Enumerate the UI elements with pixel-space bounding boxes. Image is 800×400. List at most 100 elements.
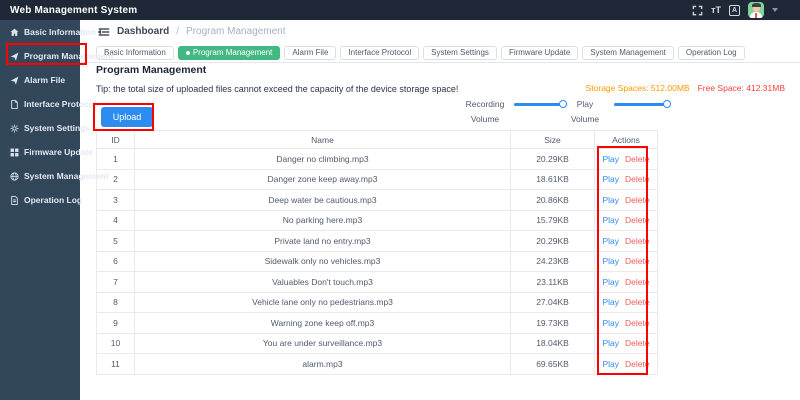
delete-link[interactable]: Delete [625, 195, 650, 205]
tab-operation-log[interactable]: Operation Log [677, 45, 745, 60]
cell-actions: Play Delete [594, 291, 658, 313]
upload-button[interactable]: Upload [101, 107, 153, 127]
play-link[interactable]: Play [602, 215, 619, 225]
tab-label: Firmware Update [508, 48, 571, 57]
cell-size: 24.23KB [510, 250, 595, 272]
cell-id: 5 [96, 230, 135, 252]
sidebar-item-label: Firmware Update [24, 147, 93, 157]
column-header-actions: Actions [594, 130, 658, 149]
storage-info: Storage Spaces: 512.00MB Free Space: 412… [586, 83, 785, 93]
table-row: 10 You are under surveillance.mp3 18.04KB P… [96, 332, 658, 354]
cell-name: Deep water be cautious.mp3 [134, 189, 511, 211]
play-link[interactable]: Play [602, 236, 619, 246]
play-link[interactable]: Play [602, 297, 619, 307]
storage-free: Free Space: 412.31MB [697, 83, 785, 93]
tab-system-management[interactable]: System Management [582, 45, 674, 60]
delete-link[interactable]: Delete [625, 215, 650, 225]
table-row: 9 Warning zone keep off.mp3 19.73KB Play Del… [96, 312, 658, 334]
play-volume-slider[interactable] [614, 99, 671, 108]
tab-system-settings[interactable]: System Settings [423, 45, 497, 60]
play-link[interactable]: Play [602, 256, 619, 266]
page: Web Management System тT A Basic Informa… [0, 0, 800, 400]
recording-volume-slider[interactable] [514, 99, 568, 108]
recording-volume-label: Recording Volume [465, 99, 505, 124]
slider-handle[interactable] [663, 99, 671, 108]
table-row: 2 Danger zone keep away.mp3 18.61KB Play Del… [96, 168, 658, 190]
gear-icon [9, 123, 19, 133]
cell-actions: Play Delete [594, 189, 658, 211]
delete-link[interactable]: Delete [625, 318, 650, 328]
delete-link[interactable]: Delete [625, 256, 650, 266]
tab-program-management[interactable]: Program Management [177, 45, 281, 60]
sidebar-item-system-management[interactable]: System Management [0, 164, 109, 188]
cell-id: 4 [96, 209, 135, 231]
cell-id: 8 [96, 291, 135, 313]
delete-link[interactable]: Delete [625, 236, 650, 246]
table-row: 1 Danger no climbing.mp3 20.29KB Play Delete [96, 148, 658, 170]
avatar[interactable] [748, 2, 764, 18]
breadcrumb-dashboard[interactable]: Dashboard [117, 26, 169, 37]
program-file-table: ID Name Size Actions 1 Danger no climbing.mp… [96, 130, 658, 375]
home-icon [9, 27, 19, 37]
play-link[interactable]: Play [602, 174, 619, 184]
table-row: 11 alarm.mp3 69.65KB Play Delete [96, 353, 658, 375]
cell-actions: Play Delete [594, 312, 658, 334]
table-row: 5 Private land no entry.mp3 20.29KB Play Del… [96, 230, 658, 252]
tab-label: System Settings [431, 48, 489, 57]
chevron-down-icon[interactable] [772, 8, 778, 12]
play-link[interactable]: Play [602, 277, 619, 287]
sidebar-item-interface-protocol[interactable]: Interface Protocol [0, 92, 96, 116]
delete-link[interactable]: Delete [625, 297, 650, 307]
table-row: 7 Valuables Don't touch.mp3 23.11KB Play Del… [96, 271, 658, 293]
globe-icon [9, 171, 19, 181]
avatar-hair [751, 3, 761, 8]
column-header-name: Name [134, 130, 511, 149]
cell-actions: Play Delete [594, 271, 658, 293]
cell-id: 10 [96, 332, 135, 354]
cell-name: Private land no entry.mp3 [134, 230, 511, 252]
delete-link[interactable]: Delete [625, 338, 650, 348]
column-header-id: ID [96, 130, 135, 149]
cell-size: 18.04KB [510, 332, 595, 354]
cell-name: Danger no climbing.mp3 [134, 148, 511, 170]
sidebar-item-alarm-file[interactable]: Alarm File [0, 68, 80, 92]
font-size-icon[interactable]: тT [711, 5, 721, 15]
fullscreen-icon[interactable] [692, 5, 703, 16]
cell-id: 7 [96, 271, 135, 293]
app-title: Web Management System [10, 4, 138, 16]
sidebar-item-basic-information[interactable]: Basic Information [0, 20, 96, 44]
table-row: 6 Sidewalk only no vehicles.mp3 24.23KB Pla… [96, 250, 658, 272]
table-row: 4 No parking here.mp3 15.79KB Play Delete [96, 209, 658, 231]
cell-actions: Play Delete [594, 332, 658, 354]
cell-name: Danger zone keep away.mp3 [134, 168, 511, 190]
page-title: Program Management [96, 64, 207, 76]
play-volume-label: Play Volume [570, 99, 600, 124]
sidebar-item-program-management[interactable]: Program Management [0, 44, 113, 68]
play-link[interactable]: Play [602, 154, 619, 164]
play-link[interactable]: Play [602, 359, 619, 369]
cell-id: 6 [96, 250, 135, 272]
tab-interface-protocol[interactable]: Interface Protocol [340, 45, 420, 60]
tab-label: Operation Log [685, 48, 737, 57]
table-header-row: ID Name Size Actions [96, 130, 658, 149]
play-link[interactable]: Play [602, 318, 619, 328]
cell-size: 23.11KB [510, 271, 595, 293]
sidebar-item-system-settings[interactable]: System Settings [0, 116, 90, 140]
tab-label: Interface Protocol [348, 48, 412, 57]
tab-alarm-file[interactable]: Alarm File [284, 45, 337, 60]
delete-link[interactable]: Delete [625, 359, 650, 369]
delete-link[interactable]: Delete [625, 174, 650, 184]
cell-size: 20.86KB [510, 189, 595, 211]
language-icon[interactable]: A [729, 4, 740, 16]
play-link[interactable]: Play [602, 338, 619, 348]
delete-link[interactable]: Delete [625, 154, 650, 164]
storage-total: Storage Spaces: 512.00MB [585, 83, 690, 93]
recording-volume-slider-group: Recording Volume [462, 97, 568, 127]
collapse-menu-icon[interactable] [98, 27, 110, 37]
sidebar-item-firmware-update[interactable]: Firmware Update [0, 140, 93, 164]
delete-link[interactable]: Delete [625, 277, 650, 287]
tab-firmware-update[interactable]: Firmware Update [500, 45, 579, 60]
cell-size: 19.73KB [510, 312, 595, 334]
sidebar-item-operation-log[interactable]: Operation Log [0, 188, 82, 212]
play-link[interactable]: Play [602, 195, 619, 205]
